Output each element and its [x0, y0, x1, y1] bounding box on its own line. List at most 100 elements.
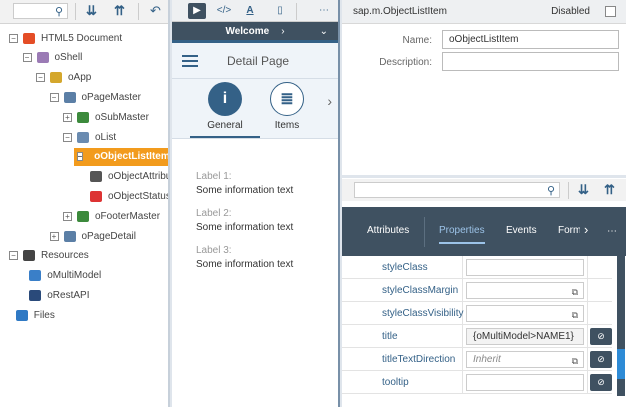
property-name: styleClassMargin [382, 285, 459, 296]
property-row: tooltip ⊘ [342, 371, 612, 394]
property-name: styleClass [382, 262, 428, 273]
tree-node[interactable]: − oObjectListItem [73, 147, 168, 166]
tree-node[interactable]: oMultiModel [29, 267, 101, 285]
value-help-icon[interactable]: ⧉ [572, 285, 578, 300]
control-class-name: sap.m.ObjectListItem [353, 6, 447, 17]
files-icon [15, 309, 28, 321]
tab-items[interactable]: ≣ Items [257, 79, 317, 131]
property-input[interactable]: Inherit ⧉ [466, 351, 584, 368]
tab-scroll-right-icon[interactable]: › [327, 93, 332, 109]
chevron-right-icon[interactable]: › [281, 26, 284, 37]
tab-properties[interactable]: Properties [439, 225, 485, 244]
expand-all-icon[interactable]: ⇊ [578, 182, 589, 198]
tab-attributes[interactable]: Attributes [367, 225, 409, 236]
tree-node[interactable]: Files [15, 306, 55, 324]
more-icon[interactable]: ⋯ [607, 226, 617, 237]
tabs-scroll-right-icon[interactable]: › [584, 222, 588, 237]
tree-node[interactable]: + oPageDetail [49, 227, 136, 245]
value-help-icon[interactable]: ⧉ [572, 354, 578, 369]
property-input[interactable] [466, 259, 584, 276]
property-name: styleClassVisibility [382, 308, 464, 319]
expand-icon[interactable]: + [63, 211, 72, 221]
property-input[interactable] [466, 374, 584, 391]
expand-icon[interactable]: + [63, 112, 72, 122]
field-value: Some information text [196, 185, 294, 196]
phone-icon[interactable]: ▯ [271, 3, 289, 19]
subheader-icon [77, 111, 89, 123]
expand-all-icon[interactable]: ⇊ [86, 3, 97, 19]
unbind-button[interactable]: ⊘ [590, 351, 612, 368]
tree-node[interactable]: − oPageMaster [49, 88, 141, 106]
scrollbar[interactable] [617, 256, 625, 396]
html5-icon [23, 32, 35, 44]
tree-node-label: Resources [41, 250, 89, 262]
field-value: Some information text [196, 222, 294, 233]
footer-icon [77, 210, 89, 222]
collapse-icon[interactable]: − [9, 33, 18, 43]
properties-tabs: Attributes Properties Events Form › ⋯ [342, 207, 626, 256]
unbind-button[interactable]: ⊘ [590, 328, 612, 345]
unlink-icon: ⊘ [597, 354, 605, 364]
tree-node-label: oFooterMaster [95, 210, 161, 222]
code-icon[interactable]: </> [215, 3, 233, 19]
preview-panel: ▶ </> A ▯ ⋯ Welcome › ⌄ Detail Page i Ge… [172, 0, 340, 407]
tree-node[interactable]: − Resources [9, 247, 89, 265]
detail-form: Label 1: Some information text Label 2: Som… [172, 139, 338, 270]
outline-search-input[interactable]: ⚲ [13, 3, 68, 19]
app-icon [50, 72, 62, 84]
tree-node[interactable]: oRestAPI [29, 286, 90, 304]
collapse-icon[interactable]: − [49, 92, 59, 102]
tree-node[interactable]: − oApp [36, 69, 91, 87]
outline-toolbar: ⚲ ⇊ ⇈ ↶ [0, 0, 168, 24]
tab-form[interactable]: Form [558, 225, 580, 236]
inspector-panel: sap.m.ObjectListItem Disabled Name: oObj… [342, 0, 626, 175]
page-icon [63, 91, 76, 103]
collapse-all-icon[interactable]: ⇈ [114, 3, 125, 19]
model-icon [29, 270, 42, 282]
collapse-icon[interactable]: − [9, 251, 18, 261]
list-icon [77, 131, 89, 143]
collapse-icon[interactable]: − [63, 132, 72, 142]
tree-node[interactable]: − HTML5 Document [9, 29, 122, 47]
tree-node[interactable]: + oSubMaster [63, 108, 149, 126]
expand-icon[interactable]: + [49, 231, 59, 241]
tab-events[interactable]: Events [506, 225, 537, 236]
property-input[interactable]: {oMultiModel>NAME1} [466, 328, 584, 345]
tree-node[interactable]: oObjectStatus [90, 187, 168, 205]
rest-api-icon [29, 289, 42, 301]
value-help-icon[interactable]: ⧉ [572, 308, 578, 323]
tree-node-label: oMultiModel [47, 270, 102, 282]
tree-node[interactable]: oObjectAttribute [90, 168, 168, 186]
property-input[interactable]: ⧉ [466, 305, 584, 322]
tab-general[interactable]: i General [190, 79, 260, 138]
undo-icon[interactable]: ↶ [150, 3, 161, 19]
disabled-checkbox[interactable] [605, 6, 616, 17]
collapse-icon[interactable]: − [36, 73, 45, 83]
property-row: titleTextDirection Inherit ⧉ ⊘ [342, 348, 612, 371]
tree-node-label: HTML5 Document [41, 32, 123, 44]
page-title: Detail Page [227, 53, 290, 68]
field-value: Some information text [196, 259, 294, 270]
unbind-button[interactable]: ⊘ [590, 374, 612, 391]
menu-icon[interactable] [182, 55, 198, 67]
play-icon[interactable]: ▶ [188, 3, 206, 19]
property-input[interactable]: ⧉ [466, 282, 584, 299]
collapse-icon[interactable]: − [76, 152, 84, 162]
tree-node-label: oShell [54, 52, 83, 64]
tree-node[interactable]: + oFooterMaster [63, 207, 160, 225]
chevron-down-icon[interactable]: ⌄ [320, 26, 328, 37]
text-style-icon[interactable]: A [241, 3, 259, 19]
property-row: styleClassMargin ⧉ [342, 279, 612, 302]
collapse-all-icon[interactable]: ⇈ [604, 182, 615, 198]
description-input[interactable] [442, 52, 619, 71]
tree-node[interactable]: − oShell [22, 49, 83, 67]
object-attribute-icon [90, 171, 102, 183]
properties-search-input[interactable]: ⚲ [354, 182, 560, 198]
tree-node[interactable]: − oList [63, 128, 116, 146]
more-icon[interactable]: ⋯ [315, 3, 333, 19]
name-input[interactable]: oObjectListItem [442, 30, 619, 49]
collapse-icon[interactable]: − [22, 53, 32, 63]
name-label: Name: [402, 35, 432, 46]
search-icon: ⚲ [546, 185, 555, 197]
tree-node-label: oList [95, 131, 117, 143]
